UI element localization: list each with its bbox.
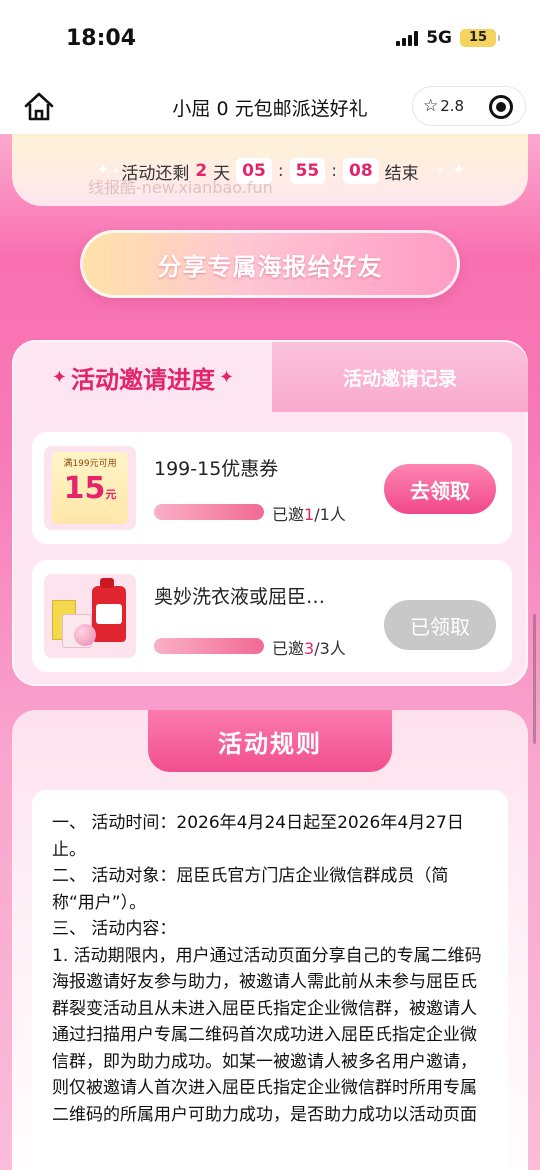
invite-progress-card: 活动邀请记录 ✦ 活动邀请进度 ✦ 满199元可用 15元 199-15优惠券 …	[12, 340, 528, 686]
tab-invite-records[interactable]: 活动邀请记录	[272, 342, 528, 412]
invited-done: 1	[304, 505, 315, 524]
coupon-unit: 元	[105, 488, 117, 501]
status-indicators: 5G 15	[396, 28, 500, 48]
status-time: 18:04	[66, 26, 137, 51]
coupon-image: 满199元可用 15元	[52, 452, 128, 524]
progress-fill	[154, 504, 264, 520]
coupon-condition: 满199元可用	[63, 459, 117, 469]
countdown-colon: :	[277, 161, 284, 181]
reward-title: 199-15优惠券	[154, 458, 279, 480]
star-icon: ☆	[423, 96, 439, 116]
target-icon[interactable]	[489, 95, 513, 119]
invite-progress-bar	[154, 638, 264, 654]
rules-title: 活动规则	[148, 710, 392, 772]
rating-value: 2.8	[440, 97, 465, 115]
countdown-minutes: 55	[289, 158, 326, 184]
product-ball	[74, 624, 96, 646]
nav-bar: 小屈 0 元包邮派送好礼 ☆ 2.8	[0, 80, 540, 134]
network-type: 5G	[426, 28, 452, 48]
product-thumbnail	[44, 574, 136, 658]
coupon-thumbnail: 满199元可用 15元	[44, 446, 136, 530]
rule-line: 二、 活动对象：屈臣氏官方门店企业微信群成员（简称“用户”）。	[52, 866, 449, 913]
invited-prefix: 已邀	[272, 505, 305, 524]
status-bar: 18:04 5G 15	[0, 0, 540, 80]
watermark: 线报酷-new.xianbao.fun	[88, 178, 273, 197]
reward-title: 奥妙洗衣液或屈臣…	[154, 586, 326, 608]
rules-card: 活动规则 一、 活动时间：2026年4月24日起至2026年4月27日止。 二、…	[12, 710, 528, 1170]
claimed-button[interactable]: 已领取	[384, 600, 496, 650]
signal-icon	[396, 30, 419, 46]
battery-icon: 15	[460, 29, 500, 47]
rule-line: 1. 活动期限内，用户通过活动页面分享自己的专属二维码海报邀请好友参与助力，被邀…	[52, 945, 482, 1125]
scrollbar[interactable]	[533, 614, 536, 744]
invited-total: /3人	[314, 639, 346, 658]
rule-line: 一、 活动时间：2026年4月24日起至2026年4月27日止。	[52, 813, 464, 860]
tab-invite-progress[interactable]: ✦ 活动邀请进度 ✦	[14, 342, 272, 412]
invited-prefix: 已邀	[272, 639, 305, 658]
claim-button[interactable]: 去领取	[384, 464, 496, 514]
progress-fill	[154, 638, 264, 654]
share-poster-button[interactable]: 分享专属海报给好友	[80, 230, 460, 298]
invite-progress-bar	[154, 504, 264, 520]
bottle-label	[96, 604, 122, 624]
tab-invite-progress-label: 活动邀请进度	[71, 365, 215, 394]
sparkle-icon: ✦	[51, 366, 67, 388]
reward-item: 奥妙洗衣液或屈臣… 已邀3/3人 已领取	[32, 560, 512, 672]
mini-program-capsule[interactable]: ☆ 2.8	[412, 86, 526, 126]
main-content: ✦ ✦ ✦ ✦ 活动还剩 2 天 05 : 55 : 08 结束 线报酷-new…	[0, 134, 540, 1170]
invited-count: 已邀3/3人	[272, 635, 346, 659]
reward-item: 满199元可用 15元 199-15优惠券 已邀1/1人 去领取	[32, 432, 512, 544]
invited-done: 3	[304, 639, 315, 658]
rule-line: 三、 活动内容：	[52, 919, 177, 939]
sparkle-icon: ✦	[219, 366, 235, 388]
rules-body: 一、 活动时间：2026年4月24日起至2026年4月27日止。 二、 活动对象…	[32, 790, 508, 1170]
coupon-value: 15	[63, 471, 106, 506]
countdown-panel: ✦ ✦ ✦ ✦ 活动还剩 2 天 05 : 55 : 08 结束 线报酷-new…	[12, 134, 528, 206]
countdown-suffix: 结束	[384, 163, 419, 184]
countdown-colon: :	[331, 161, 337, 181]
invited-total: /1人	[314, 505, 346, 524]
invited-count: 已邀1/1人	[272, 501, 346, 525]
countdown-seconds: 08	[342, 158, 379, 184]
